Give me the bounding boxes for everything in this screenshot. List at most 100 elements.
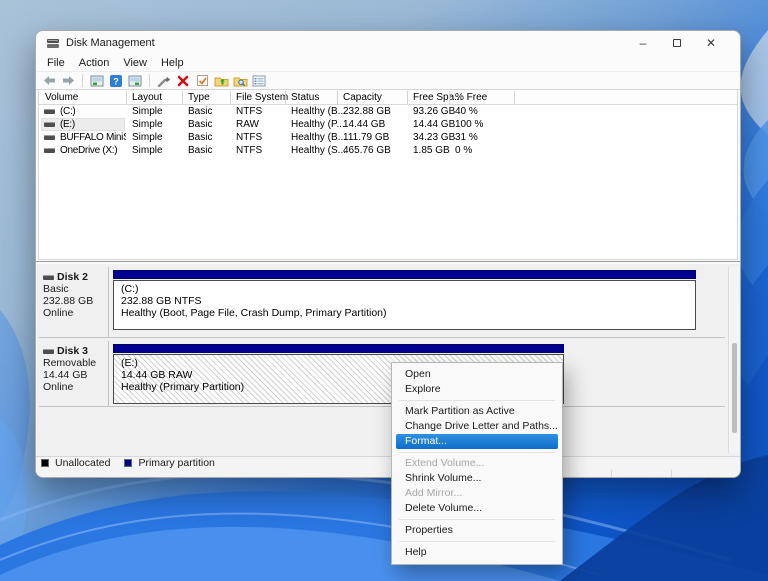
disk-size: 232.88 GB <box>43 295 108 307</box>
column-header-status[interactable]: Status <box>285 90 319 105</box>
disk-3-label[interactable]: Disk 3 Removable 14.44 GB Online <box>39 341 109 406</box>
column-divider <box>285 91 286 104</box>
column-header-layout[interactable]: Layout <box>126 90 162 105</box>
disk-management-window: Disk Management – ✕ File Action View Hel… <box>35 30 741 478</box>
partition-color-bar <box>113 344 564 353</box>
column-divider <box>126 91 127 104</box>
volume-status: Healthy (B... <box>291 105 346 118</box>
legend-unallocated-label: Unallocated <box>55 457 110 469</box>
disk-graphical-view: Disk 2 Basic 232.88 GB Online (C:) 232.8… <box>37 264 741 456</box>
check-disk-icon[interactable] <box>194 73 210 88</box>
open-icon[interactable] <box>213 73 229 88</box>
menu-item-extend-volume: Extend Volume... <box>392 456 562 471</box>
volume-pct-free: 100 % <box>455 118 483 131</box>
partition-health: Healthy (Boot, Page File, Crash Dump, Pr… <box>121 307 695 319</box>
help-icon[interactable]: ? <box>108 73 124 88</box>
partition-title: (C:) <box>121 283 695 295</box>
menu-item-shrink-volume[interactable]: Shrink Volume... <box>392 471 562 486</box>
disk-size: 14.44 GB <box>43 369 108 381</box>
volume-icon <box>44 148 55 153</box>
menu-separator <box>399 541 555 542</box>
console-tree-icon[interactable] <box>89 73 105 88</box>
disk-2-row: Disk 2 Basic 232.88 GB Online (C:) 232.8… <box>39 267 725 338</box>
column-header-pct-free[interactable]: % Free <box>449 90 487 105</box>
menu-separator <box>399 400 555 401</box>
maximize-button[interactable] <box>660 31 694 54</box>
column-divider <box>514 91 515 104</box>
partition-context-menu: Open Explore Mark Partition as Active Ch… <box>391 362 563 565</box>
volume-type: Basic <box>188 105 212 118</box>
properties-icon[interactable] <box>251 73 267 88</box>
volume-pct-free: 31 % <box>455 131 478 144</box>
explore-icon[interactable] <box>232 73 248 88</box>
volume-capacity: 232.88 GB <box>343 105 391 118</box>
volume-type: Basic <box>188 118 212 131</box>
volume-name: BUFFALO MiniStat... <box>60 131 126 144</box>
menu-item-open[interactable]: Open <box>392 367 562 382</box>
partition-c[interactable]: (C:) 232.88 GB NTFS Healthy (Boot, Page … <box>113 270 696 330</box>
volume-file-system: RAW <box>236 118 259 131</box>
volume-file-system: NTFS <box>236 131 262 144</box>
scrollbar-thumb[interactable] <box>732 343 737 433</box>
minimize-button[interactable]: – <box>626 31 660 54</box>
disk-icon <box>43 349 54 354</box>
column-header-file-system[interactable]: File System <box>230 90 288 105</box>
status-divider <box>611 470 612 477</box>
menu-item-properties[interactable]: Properties <box>392 523 562 538</box>
disk-name: Disk 2 <box>57 271 88 283</box>
disk-kind: Basic <box>43 283 108 295</box>
volume-list-header: Volume Layout Type File System Status Ca… <box>39 90 737 105</box>
disk-status: Online <box>43 307 108 319</box>
menu-item-change-drive-letter[interactable]: Change Drive Letter and Paths... <box>392 419 562 434</box>
volume-type: Basic <box>188 131 212 144</box>
vertical-scrollbar[interactable] <box>728 267 739 453</box>
disk-3-row: Disk 3 Removable 14.44 GB Online (E:) 14… <box>39 341 725 407</box>
volume-list: Volume Layout Type File System Status Ca… <box>38 89 738 260</box>
title-bar[interactable]: Disk Management – ✕ <box>36 31 740 54</box>
volume-row-onedrive[interactable]: OneDrive (X:) Simple Basic NTFS Healthy … <box>39 144 737 157</box>
close-button[interactable]: ✕ <box>694 31 728 54</box>
column-header-capacity[interactable]: Capacity <box>337 90 382 105</box>
volume-layout: Simple <box>132 118 163 131</box>
volume-name: (E:) <box>60 118 75 131</box>
toolbar: ? <box>36 71 740 90</box>
volume-capacity: 111.79 GB <box>343 131 389 144</box>
volume-row-buffalo[interactable]: BUFFALO MiniStat... Simple Basic NTFS He… <box>39 131 737 144</box>
forward-icon[interactable] <box>60 73 76 88</box>
volume-free-space: 14.44 GB <box>413 118 455 131</box>
disk-2-label[interactable]: Disk 2 Basic 232.88 GB Online <box>39 267 109 337</box>
menu-item-explore[interactable]: Explore <box>392 382 562 397</box>
volume-layout: Simple <box>132 105 163 118</box>
volume-row-e[interactable]: (E:) Simple Basic RAW Healthy (P... 14.4… <box>39 118 737 131</box>
action-pane-icon[interactable] <box>127 73 143 88</box>
column-divider <box>407 91 408 104</box>
volume-row-c[interactable]: (C:) Simple Basic NTFS Healthy (B... 232… <box>39 105 737 118</box>
back-icon[interactable] <box>41 73 57 88</box>
volume-free-space: 34.23 GB <box>413 131 455 144</box>
volume-icon <box>44 109 55 114</box>
partition-size: 232.88 GB NTFS <box>121 295 695 307</box>
column-divider <box>337 91 338 104</box>
menu-help[interactable]: Help <box>154 56 191 70</box>
column-divider <box>182 91 183 104</box>
splitter[interactable] <box>36 261 740 262</box>
volume-free-space: 93.26 GB <box>413 105 455 118</box>
menu-file[interactable]: File <box>40 56 72 70</box>
legend-primary-label: Primary partition <box>138 457 214 469</box>
disk-icon <box>43 275 54 280</box>
menu-action[interactable]: Action <box>72 56 117 70</box>
disk-status: Online <box>43 381 108 393</box>
menu-item-mark-partition-active[interactable]: Mark Partition as Active <box>392 404 562 419</box>
volume-type: Basic <box>188 144 212 157</box>
volume-free-space: 1.85 GB <box>413 144 450 157</box>
primary-partition-swatch <box>124 459 132 467</box>
column-header-volume[interactable]: Volume <box>39 90 78 105</box>
tools-icon[interactable] <box>156 73 172 88</box>
column-header-type[interactable]: Type <box>182 90 210 105</box>
delete-volume-icon[interactable] <box>175 73 191 88</box>
menu-view[interactable]: View <box>116 56 154 70</box>
menu-item-format[interactable]: Format... <box>396 434 558 449</box>
menu-item-delete-volume[interactable]: Delete Volume... <box>392 501 562 516</box>
legend-bar: Unallocated Primary partition <box>36 456 740 469</box>
menu-item-help[interactable]: Help <box>392 545 562 560</box>
